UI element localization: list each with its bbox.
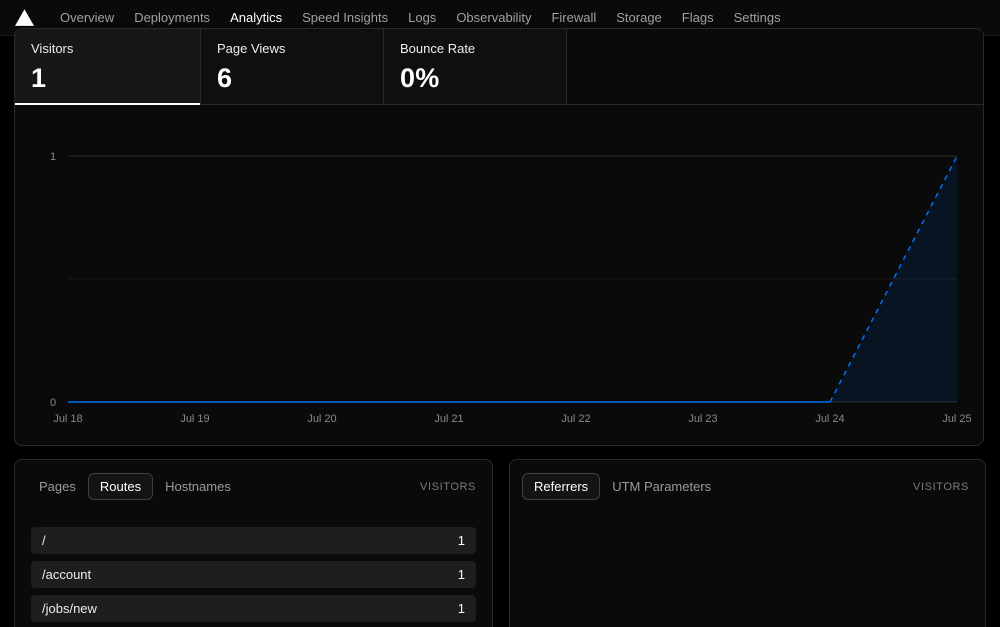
vercel-triangle-icon [15, 9, 34, 26]
svg-text:Jul 19: Jul 19 [180, 413, 209, 425]
route-label: /jobs/new [42, 601, 97, 616]
referrers-list [510, 512, 985, 527]
routes-list: / 1 /account 1 /jobs/new 1 [15, 512, 492, 622]
stat-value: 1 [31, 63, 47, 93]
stat-value: 0% [400, 63, 440, 93]
tab-routes[interactable]: Routes [87, 473, 154, 500]
visitors-chart-svg: 0 1 Jul 18 Jul 19 Jul 20 Jul 21 Jul 22 Jul 23 Ju… [50, 151, 972, 425]
visitors-chart: 0 1 Jul 18 Jul 19 Jul 20 Jul 21 Jul 22 Jul 23 Ju… [15, 105, 983, 444]
svg-text:Jul 20: Jul 20 [307, 413, 336, 425]
svg-text:Jul 25: Jul 25 [942, 413, 971, 425]
stat-label: Bounce Rate [400, 41, 476, 56]
route-label: / [42, 533, 46, 548]
route-row[interactable]: /jobs/new 1 [31, 595, 476, 622]
routes-panel-header: Pages Routes Hostnames VISITORS [15, 460, 492, 512]
stats-row-filler [567, 29, 983, 104]
svg-text:1: 1 [50, 151, 56, 163]
svg-text:0: 0 [50, 397, 56, 409]
visitors-column-header: VISITORS [420, 480, 476, 493]
visitors-column-header: VISITORS [913, 480, 969, 493]
analytics-chart-card: Visitors 1 Page Views 6 Bounce Rate 0% 0… [14, 28, 984, 446]
route-row[interactable]: /account 1 [31, 561, 476, 588]
route-label: /account [42, 567, 92, 582]
route-row[interactable]: / 1 [31, 527, 476, 554]
stats-tab-row: Visitors 1 Page Views 6 Bounce Rate 0% [15, 29, 983, 105]
stat-tab-bounce-rate[interactable]: Bounce Rate 0% [384, 29, 567, 104]
tab-utm-parameters[interactable]: UTM Parameters [600, 473, 723, 500]
stat-tab-page-views[interactable]: Page Views 6 [201, 29, 384, 104]
tab-referrers[interactable]: Referrers [522, 473, 601, 500]
svg-text:Jul 22: Jul 22 [561, 413, 590, 425]
route-value: 1 [457, 567, 465, 582]
stat-tab-visitors[interactable]: Visitors 1 [15, 29, 201, 105]
stat-label: Visitors [31, 41, 74, 56]
stat-value: 6 [217, 63, 233, 93]
tab-hostnames[interactable]: Hostnames [153, 473, 243, 500]
svg-text:Jul 21: Jul 21 [434, 413, 463, 425]
referrers-panel-header: Referrers UTM Parameters VISITORS [510, 460, 985, 512]
tab-pages[interactable]: Pages [27, 473, 88, 500]
svg-text:Jul 18: Jul 18 [53, 413, 82, 425]
route-value: 1 [457, 601, 465, 616]
svg-text:Jul 23: Jul 23 [688, 413, 717, 425]
svg-text:Jul 24: Jul 24 [815, 413, 844, 425]
route-value: 1 [457, 533, 465, 548]
routes-panel: Pages Routes Hostnames VISITORS / 1 /acc… [14, 459, 493, 627]
referrers-panel: Referrers UTM Parameters VISITORS [509, 459, 986, 627]
stat-label: Page Views [217, 41, 286, 56]
